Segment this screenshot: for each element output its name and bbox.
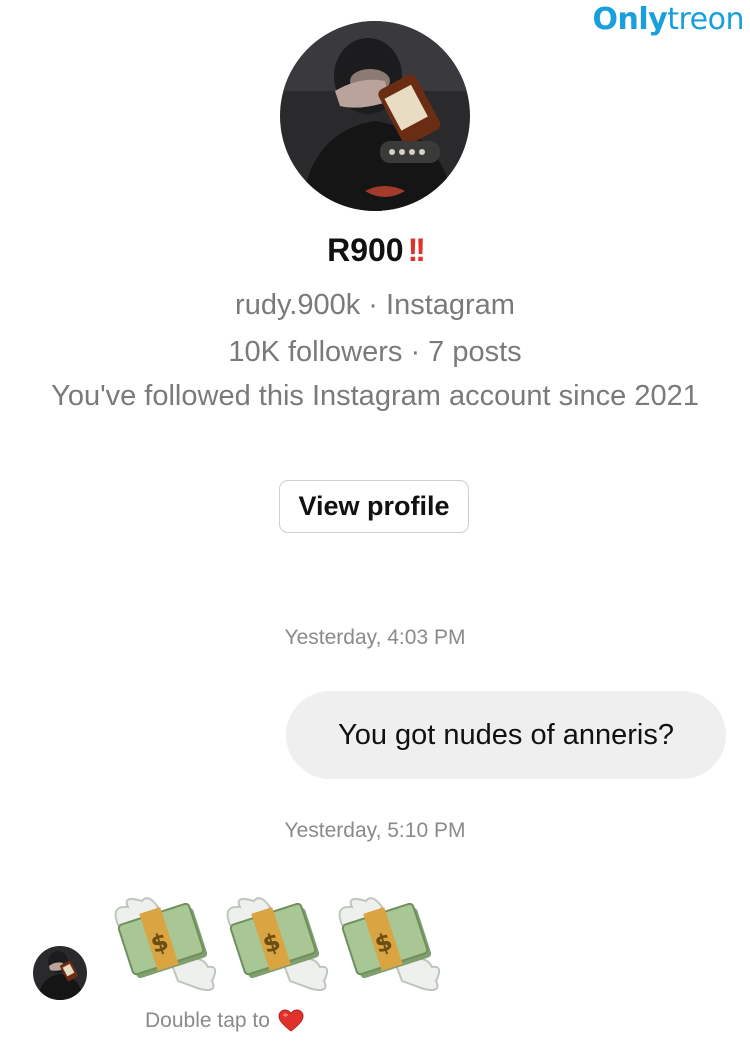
sent-message-bubble[interactable]: You got nudes of anneris? xyxy=(286,691,726,779)
profile-name-row: R900!! xyxy=(0,232,750,269)
message-timestamp: Yesterday, 5:10 PM xyxy=(284,819,466,842)
double-exclamation-emoji: !! xyxy=(407,232,426,268)
watermark-part-treon: treon xyxy=(667,2,744,37)
view-profile-button[interactable]: View profile xyxy=(279,480,469,533)
message-timestamp: Yesterday, 4:03 PM xyxy=(284,626,466,649)
watermark-part-only: Only xyxy=(592,2,668,37)
profile-avatar[interactable] xyxy=(280,21,470,211)
money-with-wings-icon[interactable]: $ xyxy=(108,895,220,995)
sender-photo xyxy=(33,946,87,1000)
profile-follow-since: You've followed this Instagram account s… xyxy=(51,380,699,412)
profile-stats-line: 10K followers · 7 posts xyxy=(228,336,522,368)
onlytreon-watermark: Onlytreon xyxy=(592,2,745,37)
money-with-wings-icon[interactable]: $ xyxy=(332,895,444,995)
profile-handle-line: rudy.900k · Instagram xyxy=(235,289,515,321)
double-tap-hint: Double tap to xyxy=(145,1009,304,1033)
sent-message-text: You got nudes of anneris? xyxy=(338,718,674,751)
profile-photo xyxy=(280,21,470,211)
sender-avatar[interactable] xyxy=(33,946,87,1000)
double-tap-label: Double tap to xyxy=(145,1009,270,1032)
heart-icon[interactable] xyxy=(278,1009,304,1033)
money-with-wings-icon[interactable]: $ xyxy=(220,895,332,995)
profile-name: R900 xyxy=(327,232,404,268)
